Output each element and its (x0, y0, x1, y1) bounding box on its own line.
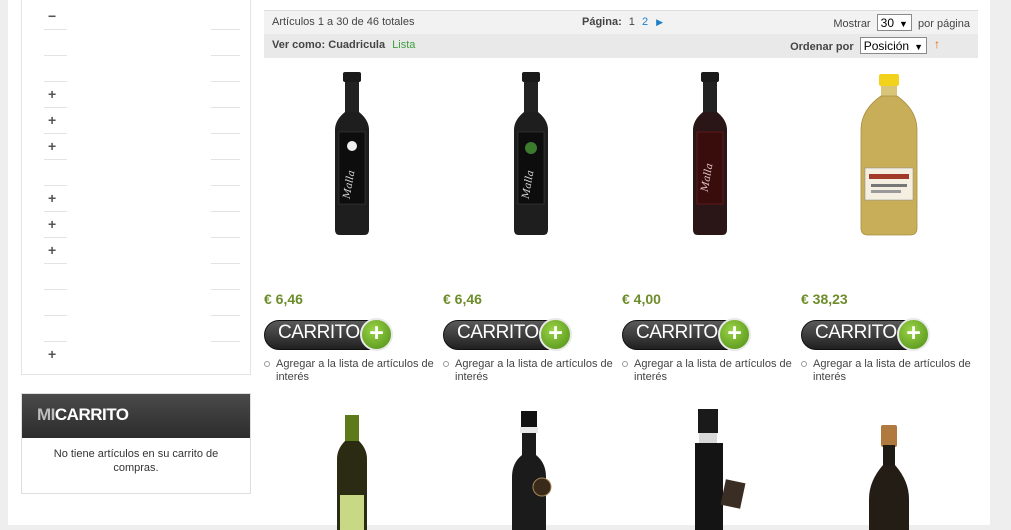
pagination: Página: 1 2 ▶ (582, 16, 663, 28)
wishlist-text: Agregar a la lista de artículos de inter… (634, 358, 792, 383)
sorter-toolbar: Ver como: Cuadricula Lista Ordenar por P… (264, 34, 978, 58)
plus-icon: + (718, 318, 751, 351)
chevron-down-icon: ▼ (899, 19, 908, 29)
sort-select[interactable]: Posición ▼ (859, 37, 927, 54)
per-page-select[interactable]: 30 ▼ (876, 14, 912, 31)
mini-cart: MICARRITO No tiene artículos en su carri… (21, 393, 251, 494)
add-to-wishlist-link[interactable]: Agregar a la lista de artículos de inter… (264, 358, 439, 384)
sort-value: Posición (863, 39, 910, 53)
show-label: Mostrar (833, 18, 871, 30)
expand-icon[interactable]: + (48, 139, 56, 153)
spray-bottle-image (694, 409, 745, 530)
bullet-icon (443, 361, 449, 367)
view-mode: Ver como: Cuadricula Lista (272, 39, 415, 51)
mini-cart-title-mi: MI (37, 405, 55, 424)
sort-label: Ordenar por (790, 41, 854, 53)
sort-direction-arrow-icon[interactable]: ↑ (934, 37, 940, 51)
expand-icon[interactable]: + (48, 87, 56, 101)
add-to-wishlist-link[interactable]: Agregar a la lista de artículos de inter… (443, 358, 618, 384)
per-page-suffix: por página (918, 18, 970, 30)
expand-icon[interactable]: + (48, 243, 56, 257)
collapse-icon[interactable]: − (48, 9, 56, 23)
vinegar-bottle-image (511, 411, 551, 530)
view-list-link[interactable]: Lista (392, 39, 415, 51)
next-page-icon[interactable]: ▶ (656, 17, 663, 27)
pager-toolbar: Artículos 1 a 30 de 46 totales Página: 1… (264, 10, 978, 34)
plus-icon: + (539, 318, 572, 351)
expand-icon[interactable]: + (48, 347, 56, 361)
add-to-cart-button[interactable]: CARRITO + (443, 317, 573, 351)
cart-button-label: CARRITO (636, 322, 718, 343)
bullet-icon (622, 361, 628, 367)
product-image[interactable]: Malla (443, 70, 618, 245)
product-image[interactable]: Malla (264, 70, 439, 245)
product-image[interactable] (801, 405, 976, 530)
add-to-cart-button[interactable]: CARRITO + (264, 317, 394, 351)
product-image[interactable] (264, 405, 439, 530)
product-image[interactable]: Malla (622, 70, 797, 245)
mini-cart-title: MICARRITO (22, 394, 250, 438)
oil-jug-image (860, 74, 917, 236)
view-grid-current: Cuadricula (328, 39, 386, 51)
product-image[interactable] (801, 70, 976, 245)
plus-icon: + (360, 318, 393, 351)
view-label: Ver como: (272, 39, 326, 51)
expand-icon[interactable]: + (48, 191, 56, 205)
cart-button-label: CARRITO (457, 322, 539, 343)
wishlist-text: Agregar a la lista de artículos de inter… (276, 358, 434, 383)
wishlist-text: Agregar a la lista de artículos de inter… (455, 358, 613, 383)
chevron-down-icon: ▼ (914, 42, 923, 52)
page-2-link[interactable]: 2 (642, 16, 648, 28)
add-to-cart-button[interactable]: CARRITO + (801, 317, 931, 351)
category-navigation: − + + + + + + + (21, 0, 251, 375)
page-content: − + + + + + + + MICARRITO No tiene artíc… (8, 0, 990, 530)
cart-button-label: CARRITO (278, 322, 360, 343)
product-price: € 4,00 (622, 291, 661, 307)
add-to-cart-button[interactable]: CARRITO + (622, 317, 752, 351)
product-price: € 38,23 (801, 291, 848, 307)
plus-icon: + (897, 318, 930, 351)
product-image[interactable] (622, 405, 797, 530)
page-1-link[interactable]: 1 (629, 16, 635, 28)
page-label: Página: (582, 16, 622, 28)
add-to-wishlist-link[interactable]: Agregar a la lista de artículos de inter… (622, 358, 797, 384)
wishlist-text: Agregar a la lista de artículos de inter… (813, 358, 971, 383)
expand-icon[interactable]: + (48, 113, 56, 127)
oil-bottle-image: Malla (692, 72, 727, 235)
product-image[interactable] (443, 405, 618, 530)
per-page-value: 30 (880, 16, 895, 30)
mini-cart-empty-message: No tiene artículos en su carrito de comp… (53, 448, 219, 474)
item-count: Artículos 1 a 30 de 46 totales (272, 16, 415, 28)
oil-bottle-image: Malla (513, 72, 548, 235)
limiter: Mostrar 30 ▼ por página (833, 14, 970, 31)
redacted-area (67, 8, 211, 368)
cart-button-label: CARRITO (815, 322, 897, 343)
mini-cart-title-rest: CARRITO (54, 405, 129, 424)
oil-bottle-image: Malla (334, 72, 369, 235)
expand-icon[interactable]: + (48, 217, 56, 231)
oil-bottle-image (336, 415, 367, 530)
bullet-icon (801, 361, 807, 367)
add-to-wishlist-link[interactable]: Agregar a la lista de artículos de inter… (801, 358, 976, 384)
sort-by: Ordenar por Posición ▼ (790, 37, 930, 54)
product-price: € 6,46 (264, 291, 303, 307)
bottle-with-cork-image (868, 425, 909, 530)
product-price: € 6,46 (443, 291, 482, 307)
bullet-icon (264, 361, 270, 367)
